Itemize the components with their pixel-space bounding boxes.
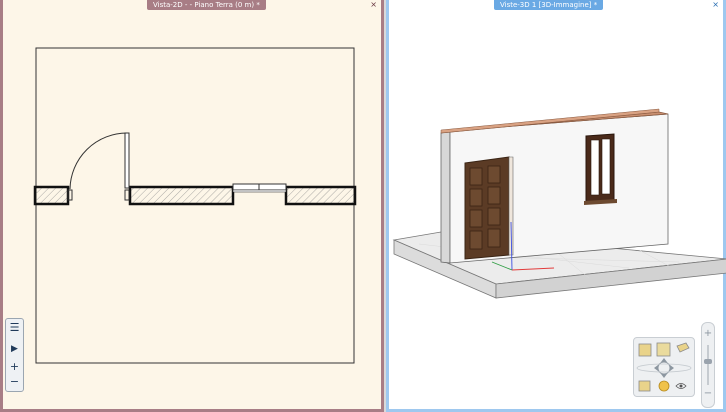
zoom-track <box>707 345 709 385</box>
floor-plan-canvas[interactable] <box>3 0 384 412</box>
wall-segment-middle[interactable] <box>128 185 235 206</box>
room-boundary <box>35 47 355 364</box>
play-icon[interactable]: ▶ <box>6 341 23 357</box>
sun-icon <box>658 380 670 392</box>
nav-cube-icon[interactable] <box>633 337 695 397</box>
zoom-slider[interactable]: + − <box>701 322 715 408</box>
orbit-icon <box>636 363 692 373</box>
wall-segment-right[interactable] <box>284 185 357 206</box>
zoom-thumb[interactable] <box>704 359 712 364</box>
view-2d-pane[interactable]: Vista-2D - - Piano Terra (0 m) * × ☰ ▶ +… <box>0 0 384 412</box>
door-leaf[interactable] <box>124 132 130 189</box>
zoom-in-icon[interactable]: + <box>702 329 714 339</box>
door-jamb-right <box>124 189 130 201</box>
zoom-out-icon[interactable]: − <box>6 374 23 390</box>
zoom-out-icon[interactable]: − <box>702 389 714 399</box>
front-view-icon <box>656 342 671 357</box>
wall-side-face <box>440 130 451 264</box>
wall-segment-left[interactable] <box>33 185 70 206</box>
view-2d-toolbar: ☰ ▶ + − <box>5 318 24 392</box>
view-3d-pane[interactable]: Viste-3D 1 [3D-Immagine] * × + − <box>386 0 726 412</box>
top-view-icon <box>638 343 652 357</box>
list-icon[interactable]: ☰ <box>6 320 23 336</box>
door-swing-arc <box>69 132 128 190</box>
zoom-in-icon[interactable]: + <box>6 359 23 375</box>
